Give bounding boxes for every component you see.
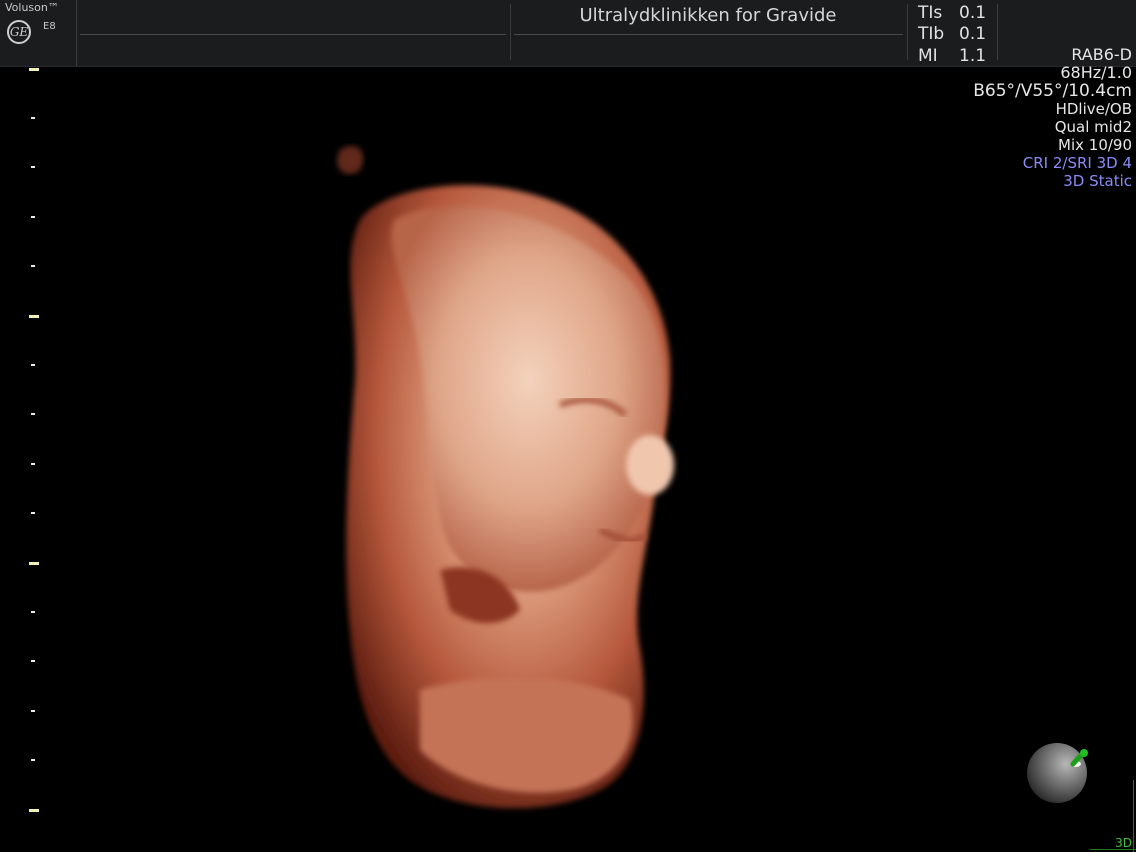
- mode-label: 3D Static: [1063, 172, 1132, 190]
- depth-tick: [31, 216, 35, 218]
- depth-tick: [31, 660, 35, 662]
- render-mode-label: 3D: [1115, 836, 1132, 850]
- preset-label: HDlive/OB: [1055, 100, 1132, 118]
- header-slot-left: [76, 4, 511, 60]
- depth-tick: [31, 166, 35, 168]
- brand-block: Voluson™ GE E8: [0, 0, 77, 66]
- depth-tick: [31, 117, 35, 119]
- brand-name: Voluson™: [5, 1, 59, 14]
- mix-label: Mix 10/90: [1058, 136, 1132, 154]
- depth-tick: [31, 364, 35, 366]
- depth-tick: [29, 68, 39, 71]
- cri-label: CRI 2/SRI 3D 4: [1022, 154, 1132, 172]
- acquisition-settings: RAB6-D 68Hz/1.0 B65°/V55°/10.4cm HDlive/…: [973, 45, 1132, 191]
- orientation-sphere-icon[interactable]: [1026, 742, 1088, 804]
- depth-tick: [29, 315, 39, 318]
- depth-tick: [31, 759, 35, 761]
- corner-marker: [1133, 780, 1134, 852]
- depth-tick: [29, 809, 39, 812]
- scan-geometry: B65°/V55°/10.4cm: [973, 81, 1132, 101]
- index-mi: MI 1.1: [918, 46, 987, 66]
- render-artifact: [337, 146, 364, 174]
- depth-tick: [29, 562, 39, 565]
- probe-label: RAB6-D: [1071, 45, 1132, 64]
- depth-tick: [31, 611, 35, 613]
- frame-rate: 68Hz/1.0: [1060, 63, 1132, 82]
- index-tis: TIs 0.1: [918, 3, 987, 23]
- depth-tick: [31, 463, 35, 465]
- fetal-3d-render: [337, 146, 674, 809]
- ge-logo-icon: GE: [7, 20, 31, 44]
- depth-tick: [31, 512, 35, 514]
- quality-label: Qual mid2: [1054, 118, 1132, 136]
- depth-tick: [31, 265, 35, 267]
- depth-tick: [31, 413, 35, 415]
- index-tib: TIb 0.1: [918, 24, 987, 44]
- clinic-name: Ultralydklinikken for Gravide: [579, 5, 837, 26]
- header-bar: Voluson™ GE E8 Ultralydklinikken for Gra…: [0, 0, 1136, 67]
- depth-tick: [31, 710, 35, 712]
- model-label: E8: [43, 21, 56, 32]
- depth-scale: [28, 66, 42, 826]
- render-nose: [626, 435, 674, 495]
